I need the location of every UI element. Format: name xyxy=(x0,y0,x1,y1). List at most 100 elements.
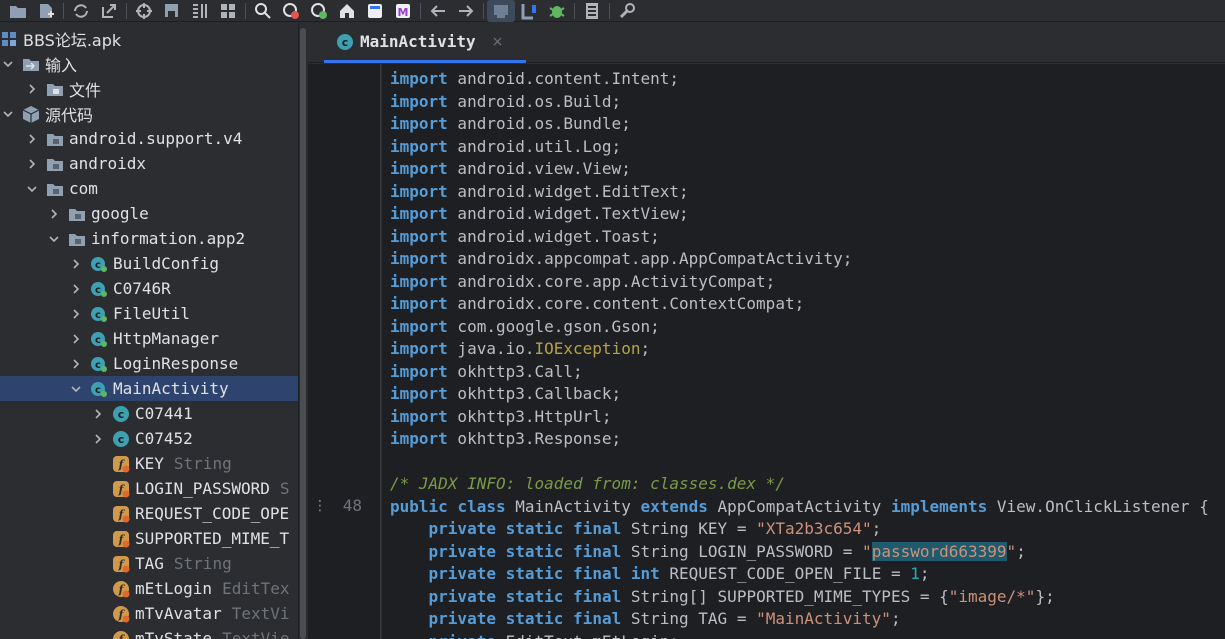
tab-mainactivity[interactable]: c MainActivity × xyxy=(324,23,526,63)
tree-item-mtvstate[interactable]: f mTvState TextVie xyxy=(0,626,298,639)
tree-item-label: MainActivity xyxy=(113,379,229,398)
fold-marker-icon[interactable]: ⋮ xyxy=(313,496,327,516)
import-line: import android.view.View; xyxy=(390,159,631,178)
export-icon[interactable] xyxy=(95,0,123,22)
find-usages-icon[interactable] xyxy=(277,0,305,22)
chevron-right-icon[interactable] xyxy=(68,331,84,347)
tree-item-androidx[interactable]: androidx xyxy=(0,151,298,176)
tree-item-bbs论坛-apk[interactable]: BBS论坛.apk xyxy=(0,26,298,51)
tree-scrollbar-thumb[interactable] xyxy=(300,28,306,639)
svg-text:c: c xyxy=(95,385,101,396)
static-field-icon: f xyxy=(112,480,130,498)
tree-item-label: BuildConfig xyxy=(113,254,219,273)
tree-item-google[interactable]: google xyxy=(0,201,298,226)
svg-text:c: c xyxy=(95,335,101,346)
chevron-right-icon[interactable] xyxy=(24,156,40,172)
back-icon[interactable] xyxy=(424,0,452,22)
tree-item-metlogin[interactable]: f mEtLogin EditTex xyxy=(0,576,298,601)
forward-icon[interactable] xyxy=(452,0,480,22)
tree-item-fileutil[interactable]: c FileUtil xyxy=(0,301,298,326)
chevron-right-icon[interactable] xyxy=(68,356,84,372)
chevron-down-icon[interactable] xyxy=(68,381,84,397)
field-m-et-login: private EditText mEtLogin; xyxy=(390,631,679,639)
import-line: import androidx.appcompat.app.AppCompatA… xyxy=(390,249,853,268)
import-line: import android.util.Log; xyxy=(390,136,622,156)
markdown-icon[interactable]: M xyxy=(389,0,417,22)
tree-item-c07441[interactable]: c C07441 xyxy=(0,401,298,426)
chevron-right-icon[interactable] xyxy=(24,131,40,147)
tree-item-request-code-ope[interactable]: f REQUEST_CODE_OPE xyxy=(0,501,298,526)
chevron-right-icon[interactable] xyxy=(68,281,84,297)
tree-item-information-app2[interactable]: information.app2 xyxy=(0,226,298,251)
markdown-letter: M xyxy=(398,6,409,19)
close-icon[interactable]: × xyxy=(492,34,504,50)
tree-item-label: FileUtil xyxy=(113,304,191,323)
tree-item-key[interactable]: f KEY String xyxy=(0,451,298,476)
field-mime-types: private static final String[] SUPPORTED_… xyxy=(428,586,1055,606)
tree-item-c07452[interactable]: c C07452 xyxy=(0,426,298,451)
tree-item-com[interactable]: com xyxy=(0,176,298,201)
class-icon: c xyxy=(90,305,108,323)
tree-item-mtvavatar[interactable]: f mTvAvatar TextVi xyxy=(0,601,298,626)
debug-bug-icon[interactable] xyxy=(543,0,571,22)
chevron-down-icon[interactable] xyxy=(24,181,40,197)
chevron-down-icon[interactable] xyxy=(0,106,16,122)
tree-item-type: TextVie xyxy=(222,629,290,639)
field-request-code: private static final int REQUEST_CODE_OP… xyxy=(428,564,930,583)
home-icon[interactable] xyxy=(333,0,361,22)
tree-item-c0746r[interactable]: c C0746R xyxy=(0,276,298,301)
static-field-icon: f xyxy=(112,530,130,548)
tree-item-tag[interactable]: f TAG String xyxy=(0,551,298,576)
svg-text:c: c xyxy=(95,310,101,321)
chevron-right-icon[interactable] xyxy=(68,306,84,322)
find-replace-icon[interactable] xyxy=(305,0,333,22)
chevron-down-icon[interactable] xyxy=(46,231,62,247)
editor-gutter xyxy=(308,64,381,639)
svg-text:c: c xyxy=(118,408,125,421)
search-icon[interactable] xyxy=(249,0,277,22)
tree-item-loginresponse[interactable]: c LoginResponse xyxy=(0,351,298,376)
tree-item-buildconfig[interactable]: c BuildConfig xyxy=(0,251,298,276)
settings-wrench-icon[interactable] xyxy=(613,0,641,22)
svg-text:c: c xyxy=(95,360,101,371)
tree-item-文件[interactable]: 文件 xyxy=(0,76,298,101)
layout-icon[interactable] xyxy=(186,0,214,22)
tree-item-label: android.support.v4 xyxy=(69,129,243,148)
tree-item-label: LOGIN_PASSWORD xyxy=(135,479,270,498)
chevron-right-icon[interactable] xyxy=(46,206,62,222)
quark-icon[interactable] xyxy=(515,0,543,22)
tree-item-supported-mime-t[interactable]: f SUPPORTED_MIME_T xyxy=(0,526,298,551)
svg-text:c: c xyxy=(95,285,101,296)
tree-item-type: TextVi xyxy=(231,604,290,623)
save-all-icon[interactable] xyxy=(158,0,186,22)
toolbar-separator xyxy=(126,2,127,19)
import-line: import androidx.core.app.ActivityCompat; xyxy=(390,271,776,291)
chevron-down-icon[interactable] xyxy=(0,56,16,72)
tree-item-输入[interactable]: 输入 xyxy=(0,51,298,76)
sync-icon[interactable] xyxy=(67,0,95,22)
crosshair-icon[interactable] xyxy=(130,0,158,22)
chevron-right-icon[interactable] xyxy=(68,256,84,272)
tree-item-mainactivity[interactable]: c MainActivity xyxy=(0,376,298,401)
chevron-right-icon[interactable] xyxy=(24,81,40,97)
tree-item-login-password[interactable]: f LOGIN_PASSWORD S xyxy=(0,476,298,501)
chevron-right-icon[interactable] xyxy=(90,406,106,422)
field-key: private static final String KEY = "XTa2b… xyxy=(428,519,882,538)
decompile-icon[interactable] xyxy=(487,0,515,22)
grid-icon[interactable] xyxy=(214,0,242,22)
code-editor[interactable]: import android.content.Intent; import and… xyxy=(382,64,1225,639)
chevron-right-icon[interactable] xyxy=(90,431,106,447)
tree-item-源代码[interactable]: 源代码 xyxy=(0,101,298,126)
smali-icon[interactable] xyxy=(361,0,389,22)
tree-item-httpmanager[interactable]: c HttpManager xyxy=(0,326,298,351)
package-folder-icon xyxy=(46,155,64,173)
static-field-icon: f xyxy=(112,505,130,523)
tree-item-android-support-v4[interactable]: android.support.v4 xyxy=(0,126,298,151)
code-comment: /* JADX INFO: loaded from: classes.dex *… xyxy=(390,474,785,493)
import-line: import android.os.Bundle; xyxy=(390,114,631,133)
log-icon[interactable] xyxy=(578,0,606,22)
static-field-icon: f xyxy=(112,555,130,573)
open-folder-icon[interactable] xyxy=(4,0,32,22)
add-file-icon[interactable] xyxy=(32,0,60,22)
